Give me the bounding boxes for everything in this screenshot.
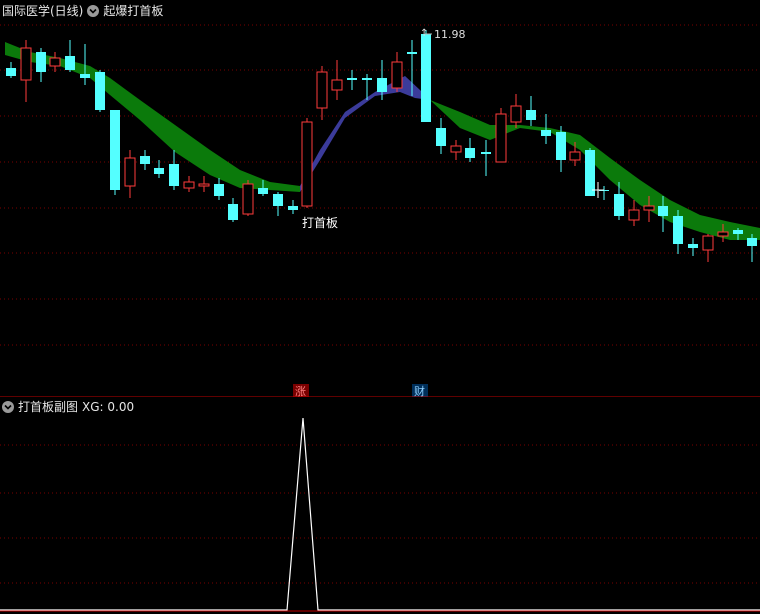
candle (510, 94, 522, 128)
candle (169, 150, 179, 190)
candle (495, 108, 507, 163)
candle (347, 70, 357, 90)
candle (316, 66, 328, 120)
candle (481, 140, 491, 176)
candle (288, 200, 298, 214)
candle (673, 210, 683, 254)
candle (95, 70, 105, 112)
xg-value: XG: 0.00 (82, 400, 135, 414)
high-price-label: 11.98 (434, 28, 466, 41)
candle (747, 234, 757, 262)
signal-label: 打首板 (302, 216, 338, 230)
candle (124, 150, 136, 198)
candlestick-chart[interactable]: ↑ 11.98 打首板 涨 财 (0, 0, 760, 397)
candle (526, 96, 536, 126)
candle (391, 52, 403, 92)
xg-line-chart[interactable] (0, 398, 760, 614)
marker-cai: 财 (414, 384, 425, 397)
candle (450, 140, 462, 160)
candles (6, 30, 757, 262)
candle (301, 118, 313, 208)
candle (702, 234, 714, 262)
sub-chart-panel[interactable]: 打首板副图 XG: 0.00 (0, 398, 760, 614)
xg-spike-line (0, 417, 760, 611)
candle (20, 40, 32, 102)
candle (154, 160, 164, 178)
candle (65, 40, 75, 72)
candle (198, 176, 210, 192)
candle (214, 178, 224, 200)
candle (331, 60, 343, 100)
candle (242, 180, 254, 216)
candle (628, 200, 640, 226)
candle (436, 118, 446, 154)
candle (6, 62, 16, 78)
candle (465, 138, 475, 162)
candle (228, 198, 238, 222)
candle (49, 52, 61, 72)
marker-zhang: 涨 (295, 385, 306, 397)
candle (36, 48, 46, 82)
candle (273, 192, 283, 216)
sub-panel-title: 打首板副图 (18, 400, 79, 414)
candle (585, 148, 595, 196)
bull-ma-band (5, 42, 300, 192)
candle (599, 186, 609, 200)
candle (421, 30, 431, 122)
sub-panel-header: 打首板副图 XG: 0.00 (0, 398, 134, 416)
candle (183, 176, 195, 192)
sub-grid (0, 444, 760, 584)
chevron-down-icon[interactable] (2, 401, 14, 413)
candle (556, 126, 566, 172)
main-chart-panel[interactable]: 国际医学(日线) 起爆打首板 ↑ 11.98 打首板 涨 财 (0, 0, 760, 397)
candle (110, 110, 120, 195)
candle (140, 150, 150, 170)
